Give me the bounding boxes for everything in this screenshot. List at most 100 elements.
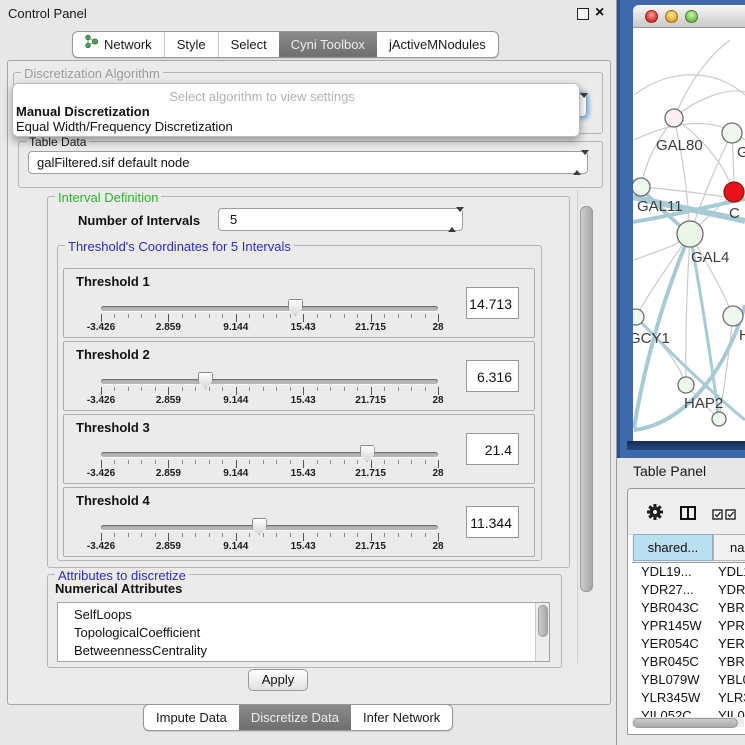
slider-tick (384, 314, 385, 318)
threshold-value-field[interactable]: 14.713 (466, 287, 519, 319)
cell-name[interactable]: YBR0 (718, 600, 745, 615)
network-node-label: GAL4 (691, 249, 729, 266)
settings-scrollbar-thumb[interactable] (580, 206, 593, 592)
network-graph[interactable]: GAL80GACGAL11GAL4GCY1HHAP2 (633, 27, 745, 441)
threshold-slider[interactable] (101, 306, 438, 311)
slider-tick (425, 533, 426, 537)
minimize-traffic-light[interactable] (665, 10, 678, 23)
table-h-scrollbar[interactable] (632, 717, 744, 727)
network-node-gal11[interactable] (633, 178, 650, 196)
attribute-list-item[interactable]: TopologicalCoefficient (58, 624, 549, 642)
tab-label: Cyni Toolbox (291, 32, 365, 57)
float-window-icon[interactable] (577, 8, 589, 20)
slider-tick (411, 387, 412, 391)
tab-impute-data[interactable]: Impute Data (144, 705, 239, 730)
slider-tick (155, 460, 156, 464)
cell-shared-name[interactable]: YDL19... (641, 564, 692, 579)
cell-shared-name[interactable]: YPR145W (641, 618, 702, 633)
tab-label: Select (231, 32, 267, 57)
threshold-label: Threshold 1 (76, 274, 150, 289)
attribute-list-item[interactable]: SelfLoops (58, 603, 549, 624)
threshold-value-field[interactable]: 11.344 (466, 506, 519, 538)
slider-tick (182, 460, 183, 464)
cell-name[interactable]: YBL0 (718, 672, 745, 687)
apply-button[interactable]: Apply (248, 669, 308, 691)
split-panel-icon[interactable] (680, 506, 696, 520)
attribute-list-item[interactable]: BetweennessCentrality (58, 642, 549, 660)
cell-shared-name[interactable]: YBR045C (641, 654, 699, 669)
cell-shared-name[interactable]: YLR345W (641, 690, 700, 705)
threshold-slider[interactable] (101, 525, 438, 530)
slider-tick-label: 15.43 (291, 322, 316, 333)
table-row[interactable]: YBL079W YBL0 (632, 672, 745, 690)
table-row[interactable]: YLR345W YLR3 (632, 690, 745, 708)
slider-tick (141, 460, 142, 464)
top-tabstrip: Network Style Select Cyni Toolbox jActiv… (72, 31, 499, 58)
tab-jactivemnodules[interactable]: jActiveMNodules (377, 32, 498, 57)
network-node-gcy1[interactable] (633, 309, 644, 325)
cell-name[interactable]: YDL1 (718, 564, 745, 579)
network-node-hap2[interactable] (678, 377, 694, 393)
network-node-h-node[interactable] (723, 306, 743, 326)
tab-infer-network[interactable]: Infer Network (351, 705, 452, 730)
tab-discretize-data[interactable]: Discretize Data (239, 705, 351, 730)
threshold-value-field[interactable]: 21.4 (466, 433, 519, 465)
slider-tick-label: 21.715 (355, 541, 386, 552)
table-panel-title: Table Panel (633, 463, 706, 479)
network-window-titlebar[interactable] (633, 5, 745, 28)
slider-tick-label: 2.859 (156, 468, 181, 479)
attributes-list-scrollbar-thumb[interactable] (538, 605, 548, 637)
table-data-combobox[interactable]: galFiltered.sif default node (28, 151, 588, 174)
table-h-scrollbar-thumb[interactable] (633, 718, 738, 728)
slider-tick (182, 533, 183, 537)
cell-name[interactable]: YDR2 (718, 582, 745, 597)
gear-icon[interactable] (646, 503, 664, 521)
cell-name[interactable]: YER0 (718, 636, 745, 651)
threshold-slider[interactable] (101, 452, 438, 457)
checkbox-icon[interactable] (712, 509, 723, 520)
threshold-slider[interactable] (101, 379, 438, 384)
cell-shared-name[interactable]: YDR27... (641, 582, 694, 597)
table-data-group-title: Table Data (26, 135, 89, 149)
network-node-red-node[interactable] (724, 182, 744, 202)
tab-style[interactable]: Style (164, 32, 218, 57)
cell-shared-name[interactable]: YER054C (641, 636, 699, 651)
attributes-list-scrollbar[interactable] (535, 603, 549, 661)
popup-item-equal-width-frequency[interactable]: Equal Width/Frequency Discretization (16, 119, 233, 134)
number-of-intervals-combobox[interactable]: 5 (218, 208, 463, 231)
tab-network[interactable]: Network (73, 32, 164, 57)
slider-tick-label: -3.426 (87, 541, 115, 552)
table-row[interactable]: YBR043C YBR0 (632, 600, 745, 618)
attributes-list[interactable]: SelfLoopsTopologicalCoefficientBetweenne… (57, 602, 550, 662)
column-header-shared-name[interactable]: shared... (633, 534, 713, 561)
cell-shared-name[interactable]: YBR043C (641, 600, 699, 615)
slider-tick (236, 533, 237, 541)
network-node-gal4[interactable] (677, 221, 703, 247)
column-header-name[interactable]: na... (713, 534, 745, 561)
settings-scrollbar[interactable] (577, 190, 594, 663)
cell-name[interactable]: YPR1 (718, 618, 745, 633)
threshold-value-field[interactable]: 6.316 (466, 360, 519, 392)
network-node-small-bottom[interactable] (712, 412, 726, 426)
network-node-label: HAP2 (684, 395, 723, 412)
table-row[interactable]: YDR27... YDR2 (632, 582, 745, 600)
slider-tick-label: 2.859 (156, 322, 181, 333)
zoom-traffic-light[interactable] (685, 10, 698, 23)
network-node-top-right[interactable] (722, 123, 742, 143)
tab-select[interactable]: Select (218, 32, 279, 57)
close-icon[interactable]: × (595, 2, 604, 24)
slider-tick-label: 15.43 (291, 541, 316, 552)
table-row[interactable]: YER054C YER0 (632, 636, 745, 654)
close-traffic-light[interactable] (645, 10, 658, 23)
table-row[interactable]: YBR045C YBR0 (632, 654, 745, 672)
network-node-gal80[interactable] (665, 109, 683, 127)
cell-shared-name[interactable]: YBL079W (641, 672, 700, 687)
popup-item-manual-discretization[interactable]: Manual Discretization (16, 104, 150, 119)
cell-name[interactable]: YBR0 (718, 654, 745, 669)
cell-name[interactable]: YLR3 (718, 690, 745, 705)
table-row[interactable]: YPR145W YPR1 (632, 618, 745, 636)
tab-label: Style (177, 32, 206, 57)
tab-cyni-toolbox[interactable]: Cyni Toolbox (279, 32, 377, 57)
checkbox-icon[interactable] (725, 509, 736, 520)
table-row[interactable]: YDL19... YDL1 (632, 564, 745, 582)
